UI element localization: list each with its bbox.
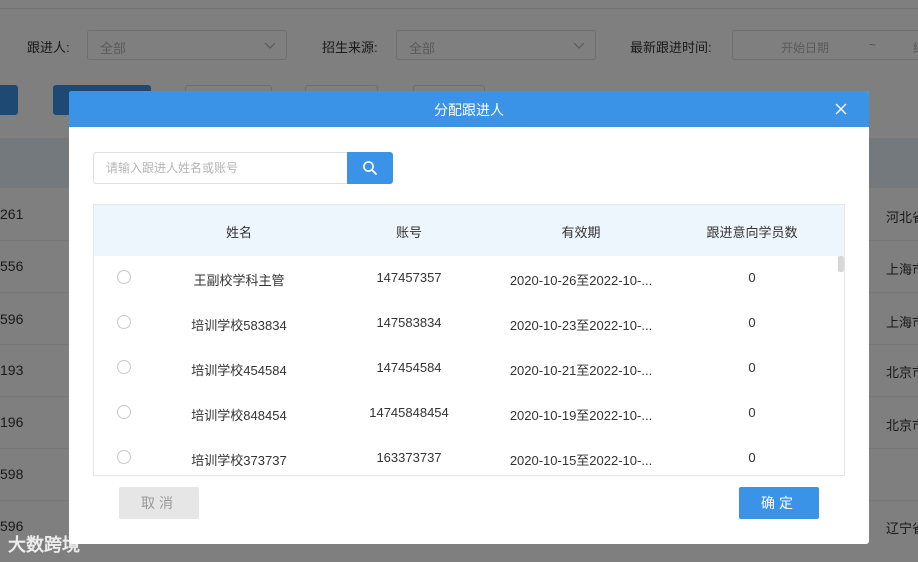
cell-account: 147454584	[376, 360, 442, 375]
row-radio[interactable]	[117, 450, 131, 464]
table-header: 姓名 账号 有效期 跟进意向学员数	[94, 205, 844, 256]
table-row[interactable]: 培训学校454584 147454584 2020-10-21至2022-10-…	[94, 346, 834, 391]
cell-validity: 2020-10-23至2022-10-...	[509, 318, 653, 333]
row-radio[interactable]	[117, 405, 131, 419]
cell-follow-count: 0	[748, 315, 756, 330]
column-header-name: 姓名	[225, 225, 252, 240]
cell-name: 培训学校373737	[191, 453, 287, 468]
watermark-logo: 大数跨境	[8, 535, 80, 555]
cell-validity: 2020-10-15至2022-10-...	[509, 453, 653, 468]
column-header-account: 账号	[395, 225, 422, 240]
row-radio[interactable]	[117, 315, 131, 329]
follower-table: 姓名 账号 有效期 跟进意向学员数 王副校学科主管 147457357 2020…	[93, 204, 845, 476]
scrollbar-thumb[interactable]	[838, 256, 844, 272]
dialog-header: 分配跟进人	[69, 91, 869, 127]
cell-name: 培训学校583834	[191, 318, 287, 333]
cell-name: 培训学校848454	[191, 408, 287, 423]
table-row[interactable]: 培训学校373737 163373737 2020-10-15至2022-10-…	[94, 436, 834, 475]
follower-search-input[interactable]	[93, 152, 349, 184]
column-header-follow-count: 跟进意向学员数	[706, 225, 798, 240]
table-row[interactable]: 王副校学科主管 147457357 2020-10-26至2022-10-...…	[94, 256, 834, 301]
search-button[interactable]	[347, 152, 393, 184]
table-row[interactable]: 培训学校583834 147583834 2020-10-23至2022-10-…	[94, 301, 834, 346]
confirm-button[interactable]: 确定	[739, 487, 819, 519]
column-header-validity: 有效期	[561, 225, 601, 240]
cell-account: 14745848454	[369, 405, 449, 420]
dialog-title: 分配跟进人	[434, 102, 504, 118]
cell-follow-count: 0	[748, 405, 756, 420]
row-radio[interactable]	[117, 360, 131, 374]
cell-validity: 2020-10-21至2022-10-...	[509, 363, 653, 378]
search-icon	[363, 161, 377, 175]
cell-account: 147457357	[376, 270, 442, 285]
cell-follow-count: 0	[748, 270, 756, 285]
table-row[interactable]: 培训学校848454 14745848454 2020-10-19至2022-1…	[94, 391, 834, 436]
close-icon[interactable]	[833, 101, 849, 117]
cell-account: 163373737	[376, 450, 442, 465]
cell-validity: 2020-10-19至2022-10-...	[509, 408, 653, 423]
cell-follow-count: 0	[748, 360, 756, 375]
cell-name: 王副校学科主管	[193, 273, 285, 288]
assign-follower-dialog: 分配跟进人 姓名 账号 有效期 跟进意向学员数 王副校学科主管 14745735…	[69, 91, 869, 544]
cancel-button[interactable]: 取消	[119, 487, 199, 519]
cell-follow-count: 0	[748, 450, 756, 465]
row-radio[interactable]	[117, 270, 131, 284]
cell-account: 147583834	[376, 315, 442, 330]
cell-validity: 2020-10-26至2022-10-...	[509, 273, 653, 288]
cell-name: 培训学校454584	[191, 363, 287, 378]
